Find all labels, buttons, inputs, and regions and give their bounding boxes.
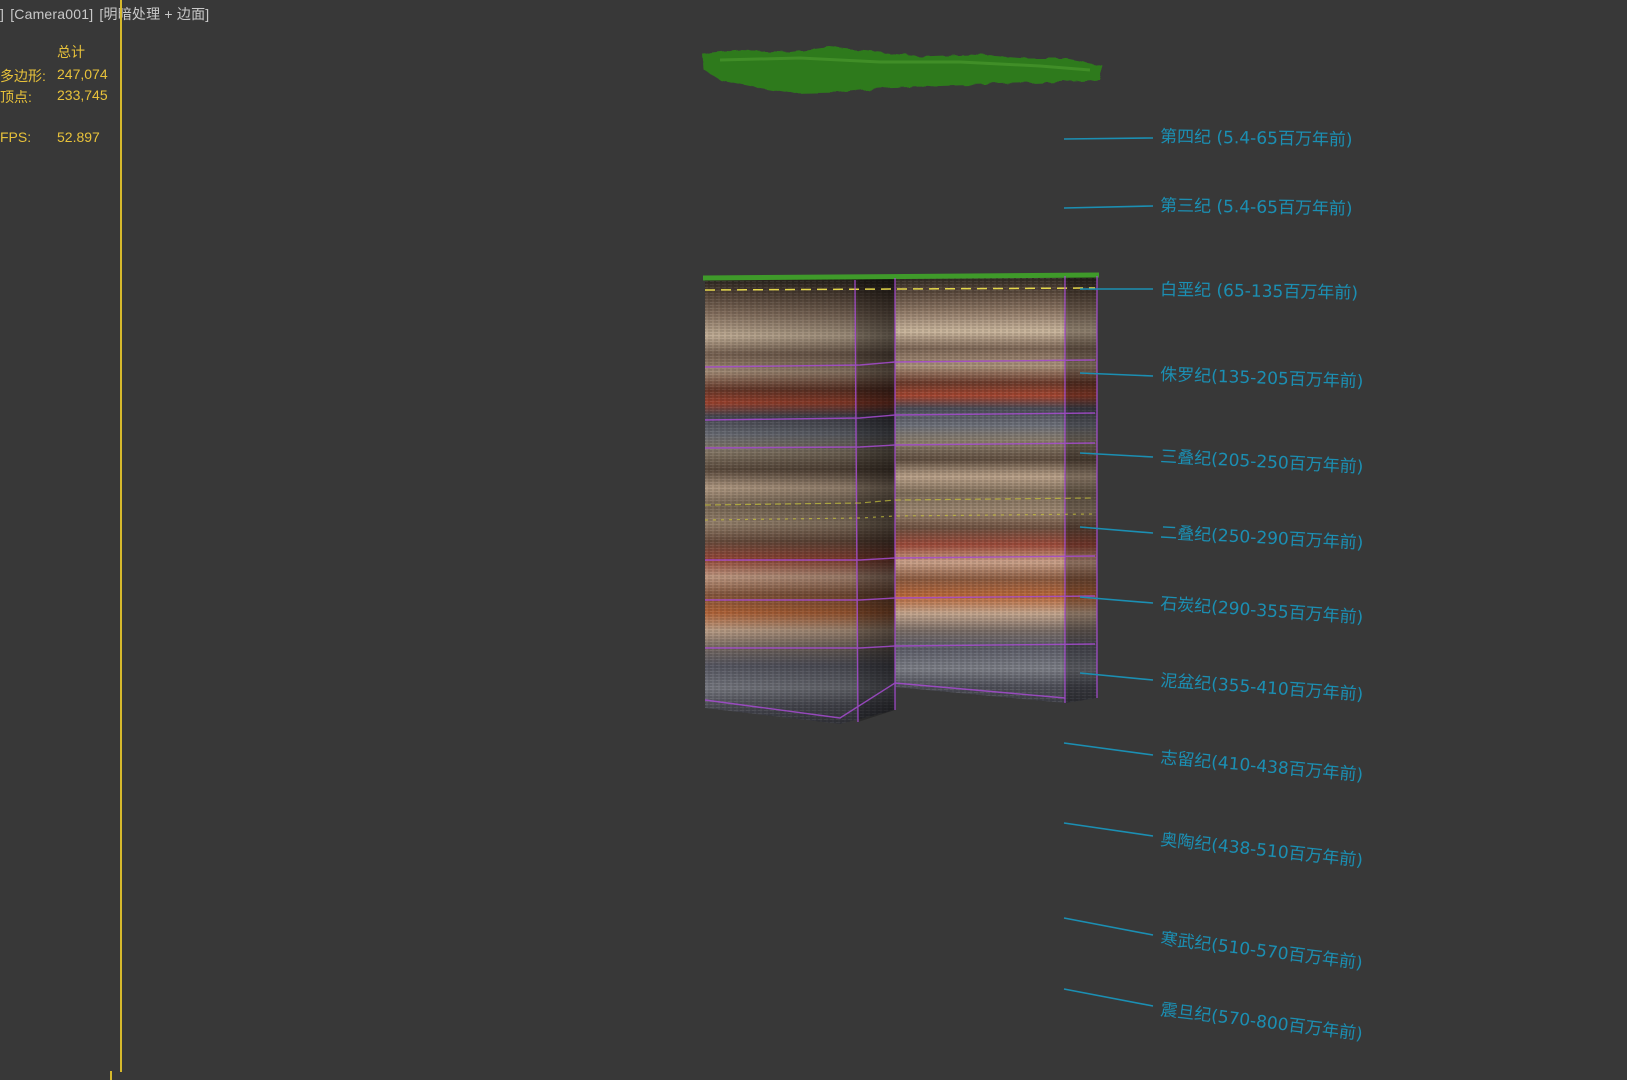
leader-line-sinian xyxy=(1063,988,1154,1007)
label-cambrian[interactable]: 寒武纪(510-570百万年前) xyxy=(1159,929,1363,974)
label-jurassic[interactable]: 侏罗纪(135-205百万年前) xyxy=(1160,365,1364,392)
label-devonian[interactable]: 泥盆纪(355-410百万年前) xyxy=(1160,671,1364,705)
strata-column-model[interactable] xyxy=(702,272,1100,724)
leader-line-tertiary xyxy=(1063,205,1154,209)
annotation-labels: 第四纪 (5.4-65百万年前) 第三纪 (5.4-65百万年前) 白垩纪 (6… xyxy=(1159,127,1363,1045)
label-permian[interactable]: 二叠纪(250-290百万年前) xyxy=(1160,523,1364,554)
viewport-scene[interactable]: 第四纪 (5.4-65百万年前) 第三纪 (5.4-65百万年前) 白垩纪 (6… xyxy=(0,0,1627,1080)
leader-line-ordovician xyxy=(1063,822,1154,837)
label-silurian[interactable]: 志留纪(410-438百万年前) xyxy=(1160,748,1364,786)
label-tertiary[interactable]: 第三纪 (5.4-65百万年前) xyxy=(1160,196,1353,219)
label-cretaceous[interactable]: 白垩纪 (65-135百万年前) xyxy=(1160,280,1358,303)
label-carboniferous[interactable]: 石炭纪(290-355百万年前) xyxy=(1160,594,1364,628)
label-ordovician[interactable]: 奥陶纪(438-510百万年前) xyxy=(1159,830,1363,871)
leader-line-silurian xyxy=(1063,742,1154,756)
grass-surface-patch[interactable] xyxy=(703,47,1103,93)
label-triassic[interactable]: 三叠纪(205-250百万年前) xyxy=(1160,447,1364,478)
leader-line-quaternary xyxy=(1063,137,1154,140)
leader-line-cambrian xyxy=(1063,917,1154,936)
label-quaternary[interactable]: 第四纪 (5.4-65百万年前) xyxy=(1160,127,1353,150)
label-sinian[interactable]: 震旦纪(570-800百万年前) xyxy=(1159,1000,1363,1045)
